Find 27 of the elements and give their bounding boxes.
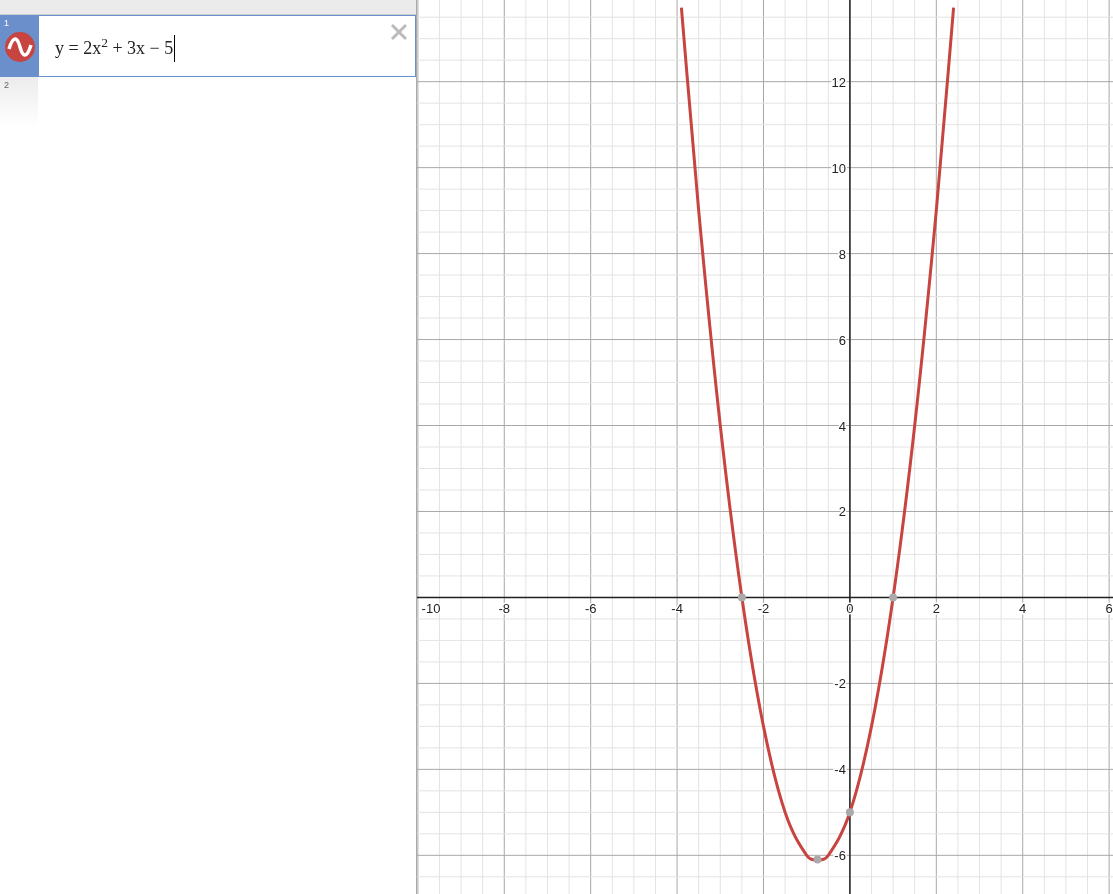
row-number: 2 — [4, 79, 9, 92]
tick-label: 4 — [1019, 601, 1027, 617]
expression-row[interactable]: 2 — [0, 77, 416, 127]
tick-label: 2 — [932, 601, 940, 617]
tick-label: 12 — [831, 74, 846, 90]
point-marker[interactable] — [737, 593, 746, 602]
point-marker[interactable] — [813, 855, 822, 864]
expression-row[interactable]: 1 y = 2x$^{2}$ + 3x − 5 — [0, 15, 416, 77]
tick-label: 6 — [838, 332, 846, 348]
row-number: 1 — [4, 17, 9, 30]
tick-label: 6 — [1105, 601, 1113, 617]
point-marker[interactable] — [889, 593, 898, 602]
tick-label: 8 — [838, 246, 846, 262]
tick-label: -2 — [757, 601, 770, 617]
equation-text: y = 2x$^{2}$ + 3x − 5 — [55, 34, 176, 62]
tick-label: -8 — [498, 601, 511, 617]
tick-label: -10 — [421, 601, 441, 617]
wave-icon[interactable] — [5, 32, 35, 62]
point-marker[interactable] — [845, 808, 854, 817]
tick-label: -4 — [671, 601, 683, 617]
tick-label: 4 — [838, 418, 846, 434]
tick-label: -6 — [834, 848, 846, 864]
tick-label: -6 — [584, 601, 597, 617]
tick-label: 2 — [838, 504, 846, 520]
tick-label: -4 — [834, 762, 846, 778]
tick-label: -2 — [834, 676, 846, 692]
tick-label: 10 — [831, 160, 846, 176]
